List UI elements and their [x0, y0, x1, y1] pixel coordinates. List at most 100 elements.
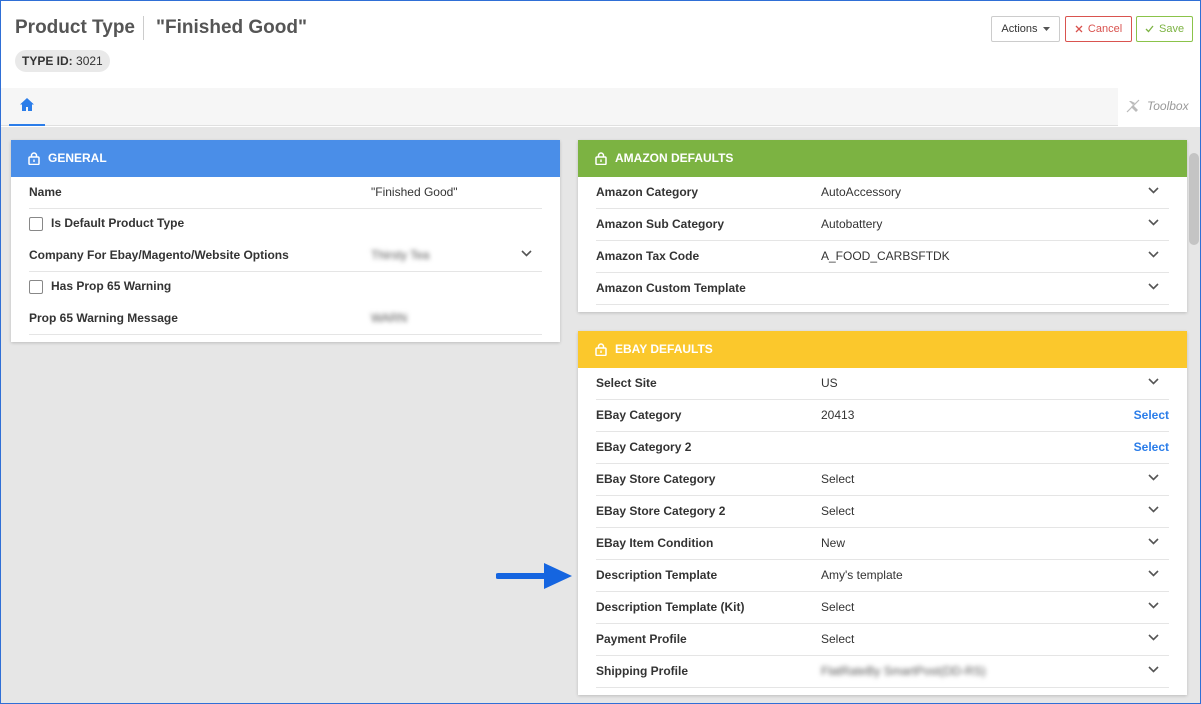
select-site-row: Select Site US [596, 368, 1169, 400]
cancel-button[interactable]: Cancel [1065, 16, 1132, 42]
chevron-down-icon[interactable] [1148, 474, 1159, 481]
description-template-kit-row: Description Template (Kit) Select [596, 592, 1169, 624]
name-row: Name "Finished Good" [29, 177, 542, 209]
type-id-label: TYPE ID: [22, 54, 73, 68]
check-icon [1145, 25, 1154, 33]
page-header: Product Type "Finished Good" TYPE ID: 30… [1, 1, 1200, 88]
ebay-category-2-select-link[interactable]: Select [1134, 432, 1169, 462]
prop65-message-row: Prop 65 Warning Message WARN [29, 303, 542, 335]
tab-bar: Toolbox [1, 88, 1200, 126]
ebay-category-2-row: EBay Category 2 Select [596, 432, 1169, 464]
ebay-category-value: 20413 [821, 408, 855, 422]
tab-home[interactable] [9, 88, 45, 126]
app-window: Product Type "Finished Good" TYPE ID: 30… [0, 0, 1201, 704]
prop65-warning-label: Has Prop 65 Warning [51, 279, 172, 293]
caret-down-icon [1042, 26, 1050, 31]
amazon-category-value[interactable]: AutoAccessory [821, 177, 901, 207]
type-id-badge: TYPE ID: 3021 [15, 50, 110, 72]
amazon-panel-title: AMAZON DEFAULTS [615, 151, 734, 165]
ebay-panel-header: EBAY DEFAULTS [578, 331, 1187, 368]
prop65-warning-row: Has Prop 65 Warning [29, 272, 542, 303]
chevron-down-icon[interactable] [1148, 602, 1159, 609]
lock-icon [595, 343, 607, 356]
select-site-label: Select Site [596, 376, 657, 390]
company-value[interactable]: Thirsty Tea [371, 240, 429, 270]
ebay-item-condition-value[interactable]: New [821, 528, 845, 558]
chevron-down-icon[interactable] [1148, 251, 1159, 258]
close-icon [1075, 25, 1083, 33]
ebay-store-category-2-row: EBay Store Category 2 Select [596, 496, 1169, 528]
ebay-store-category-label: EBay Store Category [596, 472, 716, 486]
amazon-sub-category-label: Amazon Sub Category [596, 217, 725, 231]
amazon-category-label: Amazon Category [596, 185, 699, 199]
shipping-profile-row: Shipping Profile FlatRateBy SmartPost(DD… [596, 656, 1169, 688]
ebay-item-condition-label: EBay Item Condition [596, 536, 714, 550]
amazon-sub-category-value[interactable]: Autobattery [821, 209, 882, 239]
toolbox-icon [1126, 99, 1140, 113]
lock-icon [595, 152, 607, 165]
page-subtitle: "Finished Good" [156, 17, 308, 38]
main-content: GENERAL Name "Finished Good" Is Default … [1, 127, 1200, 703]
company-row: Company For Ebay/Magento/Website Options… [29, 240, 542, 272]
ebay-panel-body: Select Site US EBay Category 20413 Selec… [578, 368, 1187, 688]
amazon-panel: AMAZON DEFAULTS Amazon Category AutoAcce… [578, 140, 1187, 312]
ebay-store-category-2-label: EBay Store Category 2 [596, 504, 726, 518]
annotation-arrow-icon [496, 563, 572, 589]
scrollbar-thumb[interactable] [1189, 153, 1199, 245]
chevron-down-icon[interactable] [1148, 538, 1159, 545]
cancel-label: Cancel [1087, 23, 1123, 35]
default-product-type-checkbox[interactable] [29, 217, 43, 231]
prop65-message-value[interactable]: WARN [371, 303, 407, 333]
chevron-down-icon[interactable] [1148, 506, 1159, 513]
payment-profile-value[interactable]: Select [821, 624, 854, 654]
select-site-value[interactable]: US [821, 368, 838, 398]
name-value[interactable]: "Finished Good" [371, 177, 458, 207]
chevron-down-icon[interactable] [521, 250, 532, 257]
shipping-profile-value[interactable]: FlatRateBy SmartPost(DD-RS) [821, 656, 986, 686]
amazon-custom-template-row: Amazon Custom Template [596, 273, 1169, 305]
chevron-down-icon[interactable] [1148, 666, 1159, 673]
title-divider [143, 16, 144, 40]
chevron-down-icon[interactable] [1148, 219, 1159, 226]
chevron-down-icon[interactable] [1148, 187, 1159, 194]
ebay-store-category-2-value[interactable]: Select [821, 496, 854, 526]
amazon-tax-code-row: Amazon Tax Code A_FOOD_CARBSFTDK [596, 241, 1169, 273]
payment-profile-label: Payment Profile [596, 632, 687, 646]
amazon-panel-header: AMAZON DEFAULTS [578, 140, 1187, 177]
name-label: Name [29, 185, 62, 199]
description-template-kit-value[interactable]: Select [821, 592, 854, 622]
ebay-category-label: EBay Category [596, 408, 682, 422]
actions-label: Actions [1001, 23, 1038, 35]
default-product-type-label: Is Default Product Type [51, 216, 185, 230]
ebay-store-category-value[interactable]: Select [821, 464, 854, 494]
company-label: Company For Ebay/Magento/Website Options [29, 248, 289, 262]
ebay-panel: EBAY DEFAULTS Select Site US EBay Catego… [578, 331, 1187, 695]
amazon-sub-category-row: Amazon Sub Category Autobattery [596, 209, 1169, 241]
description-template-value[interactable]: Amy's template [821, 560, 903, 590]
ebay-category-row: EBay Category 20413 Select [596, 400, 1169, 432]
prop65-message-label: Prop 65 Warning Message [29, 311, 178, 325]
chevron-down-icon[interactable] [1148, 570, 1159, 577]
prop65-warning-checkbox[interactable] [29, 280, 43, 294]
chevron-down-icon[interactable] [1148, 283, 1159, 290]
amazon-panel-body: Amazon Category AutoAccessory Amazon Sub… [578, 177, 1187, 305]
general-panel-title: GENERAL [48, 151, 107, 165]
amazon-custom-template-label: Amazon Custom Template [596, 281, 746, 295]
ebay-item-condition-row: EBay Item Condition New [596, 528, 1169, 560]
type-id-value: 3021 [76, 54, 103, 68]
save-label: Save [1158, 23, 1185, 35]
amazon-tax-code-value[interactable]: A_FOOD_CARBSFTDK [821, 241, 950, 271]
actions-button[interactable]: Actions [991, 16, 1060, 42]
home-icon [20, 98, 34, 111]
ebay-category-select-link[interactable]: Select [1134, 400, 1169, 430]
chevron-down-icon[interactable] [1148, 378, 1159, 385]
save-button[interactable]: Save [1136, 16, 1193, 42]
chevron-down-icon[interactable] [1148, 634, 1159, 641]
page-title: Product Type [15, 17, 135, 38]
description-template-kit-label: Description Template (Kit) [596, 600, 745, 614]
amazon-category-row: Amazon Category AutoAccessory [596, 177, 1169, 209]
shipping-profile-label: Shipping Profile [596, 664, 688, 678]
toolbox-button[interactable]: Toolbox [1118, 88, 1200, 126]
general-panel: GENERAL Name "Finished Good" Is Default … [11, 140, 560, 342]
ebay-store-category-row: EBay Store Category Select [596, 464, 1169, 496]
